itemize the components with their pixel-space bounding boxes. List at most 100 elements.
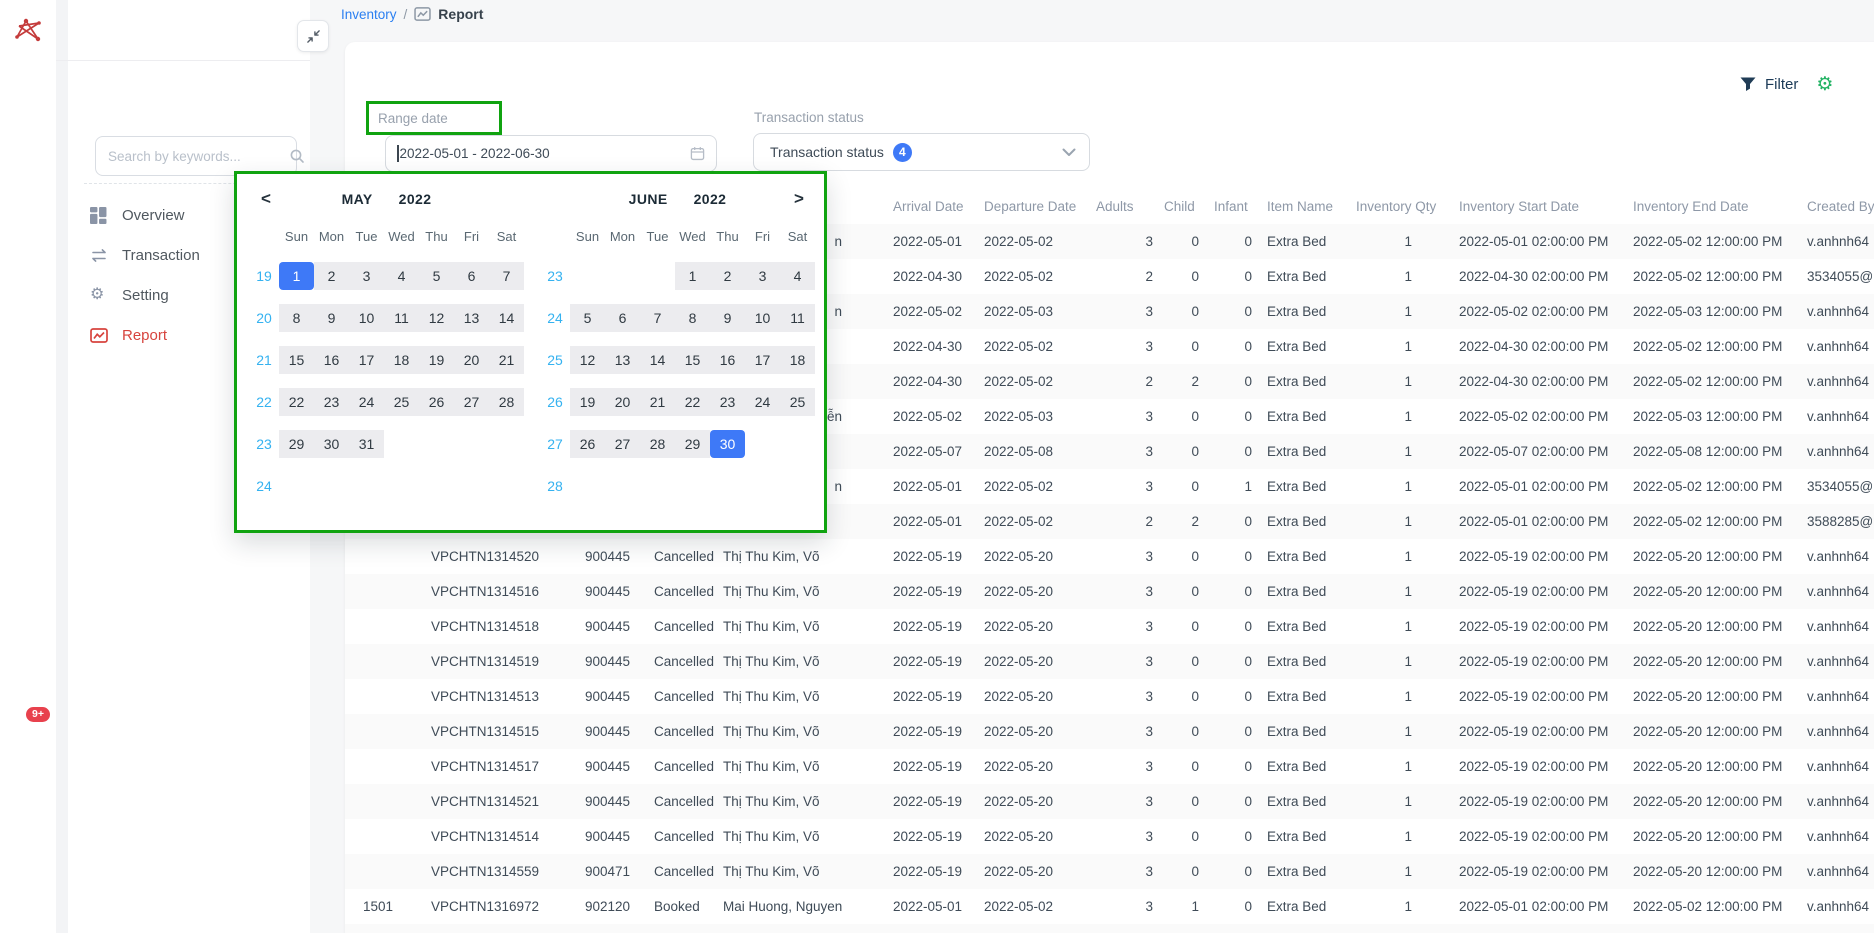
day-cell[interactable]: 2 [314,262,349,290]
day-cell[interactable]: 21 [489,346,524,374]
search-icon[interactable] [289,148,305,164]
day-cell[interactable]: 8 [279,304,314,332]
day-cell[interactable]: 7 [489,262,524,290]
table-row[interactable]: VPCHTN1314521900445CancelledThị Thu Kim,… [345,784,1874,819]
day-cell[interactable]: 5 [570,304,605,332]
column-header-item[interactable]: Item Name [1265,188,1355,224]
table-row[interactable]: 1807VPCHTN1322413905937BookedThi My Hanh… [345,924,1874,933]
day-cell[interactable]: 18 [384,346,419,374]
column-header-departure[interactable]: Departure Date [977,188,1095,224]
table-row[interactable]: VPCHTN1314516900445CancelledThị Thu Kim,… [345,574,1874,609]
day-cell[interactable]: 18 [780,346,815,374]
day-cell[interactable]: 3 [745,262,780,290]
cell-status: Booked [650,889,722,924]
table-row[interactable]: VPCHTN1314519900445CancelledThị Thu Kim,… [345,644,1874,679]
day-cell[interactable]: 7 [640,304,675,332]
table-row[interactable]: 1501VPCHTN1316972902120BookedMai Huong, … [345,889,1874,924]
table-row[interactable]: VPCHTN1314518900445CancelledThị Thu Kim,… [345,609,1874,644]
day-cell[interactable]: 14 [640,346,675,374]
day-cell[interactable]: 9 [314,304,349,332]
day-cell[interactable]: 9 [710,304,745,332]
day-cell[interactable]: 29 [279,430,314,458]
sidebar-collapse-button[interactable] [297,20,329,52]
calendar-icon[interactable] [690,146,705,161]
cell-departure: 2022-05-02 [977,469,1095,504]
column-header-qty[interactable]: Inventory Qty [1355,188,1443,224]
column-header-created[interactable]: Created By [1793,188,1874,224]
cell-inv_end: 2022-05-02 12:00:00 PM [1618,259,1793,294]
day-cell[interactable]: 25 [384,388,419,416]
day-cell[interactable]: 1 [675,262,710,290]
filter-funnel-icon[interactable] [1740,77,1756,92]
day-cell[interactable]: 19 [570,388,605,416]
day-cell[interactable]: 10 [745,304,780,332]
day-cell[interactable]: 28 [489,388,524,416]
day-cell[interactable]: 23 [314,388,349,416]
table-row[interactable]: VPCHTN1314520900445CancelledThị Thu Kim,… [345,539,1874,574]
day-cell[interactable]: 24 [745,388,780,416]
range-date-input[interactable]: 2022-05-01 - 2022-06-30 [385,135,717,172]
column-header-infant[interactable]: Infant [1213,188,1265,224]
day-cell[interactable]: 30 [314,430,349,458]
table-row[interactable]: VPCHTN1314517900445CancelledThị Thu Kim,… [345,749,1874,784]
table-row[interactable]: VPCHTN1314515900445CancelledThị Thu Kim,… [345,714,1874,749]
day-cell[interactable]: 12 [419,304,454,332]
day-cell[interactable]: 19 [419,346,454,374]
day-cell[interactable]: 22 [279,388,314,416]
month-name: JUNE [629,191,668,207]
day-cell[interactable]: 17 [745,346,780,374]
transaction-status-select[interactable]: Transaction status 4 [753,133,1090,171]
column-header-inv_end[interactable]: Inventory End Date [1618,188,1793,224]
day-cell[interactable]: 4 [780,262,815,290]
day-cell[interactable]: 25 [780,388,815,416]
day-cell[interactable]: 3 [349,262,384,290]
day-cell[interactable]: 17 [349,346,384,374]
day-cell[interactable]: 13 [454,304,489,332]
app-logo-icon[interactable] [12,14,44,46]
day-cell[interactable]: 26 [419,388,454,416]
day-cell[interactable]: 16 [314,346,349,374]
day-cell[interactable]: 31 [349,430,384,458]
selected-day-cell[interactable]: 1 [279,262,314,290]
day-cell[interactable]: 27 [454,388,489,416]
day-cell[interactable]: 2 [710,262,745,290]
day-cell[interactable]: 12 [570,346,605,374]
day-cell[interactable]: 10 [349,304,384,332]
day-cell[interactable]: 8 [675,304,710,332]
day-cell[interactable]: 28 [640,430,675,458]
column-header-arrival[interactable]: Arrival Date [882,188,977,224]
day-cell[interactable]: 26 [570,430,605,458]
column-header-adults[interactable]: Adults [1095,188,1163,224]
column-header-child[interactable]: Child [1163,188,1213,224]
selected-day-cell[interactable]: 30 [710,430,745,458]
day-cell[interactable]: 15 [279,346,314,374]
day-cell[interactable]: 13 [605,346,640,374]
day-cell[interactable]: 20 [454,346,489,374]
day-cell[interactable]: 27 [605,430,640,458]
cell-item: Extra Bed [1265,784,1355,819]
filter-button[interactable]: Filter [1765,76,1798,93]
day-cell[interactable]: 21 [640,388,675,416]
day-cell[interactable]: 4 [384,262,419,290]
day-cell[interactable]: 5 [419,262,454,290]
day-cell[interactable]: 11 [384,304,419,332]
column-header-inv_start[interactable]: Inventory Start Date [1443,188,1618,224]
day-cell[interactable]: 22 [675,388,710,416]
cell-created: v.anhnh64 [1793,329,1874,364]
table-row[interactable]: VPCHTN1314513900445CancelledThị Thu Kim,… [345,679,1874,714]
day-cell[interactable]: 24 [349,388,384,416]
search-input[interactable] [96,149,289,164]
day-cell[interactable]: 14 [489,304,524,332]
table-row[interactable]: VPCHTN1314514900445CancelledThị Thu Kim,… [345,819,1874,854]
table-settings-gear-icon[interactable]: ⚙ [1816,75,1833,94]
day-cell[interactable]: 6 [605,304,640,332]
day-cell[interactable]: 6 [454,262,489,290]
breadcrumb-inventory-link[interactable]: Inventory [341,7,397,22]
day-cell[interactable]: 16 [710,346,745,374]
day-cell[interactable]: 15 [675,346,710,374]
day-cell[interactable]: 23 [710,388,745,416]
day-cell[interactable]: 29 [675,430,710,458]
table-row[interactable]: VPCHTN1314559900471CancelledThị Thu Kim,… [345,854,1874,889]
day-cell[interactable]: 11 [780,304,815,332]
day-cell[interactable]: 20 [605,388,640,416]
